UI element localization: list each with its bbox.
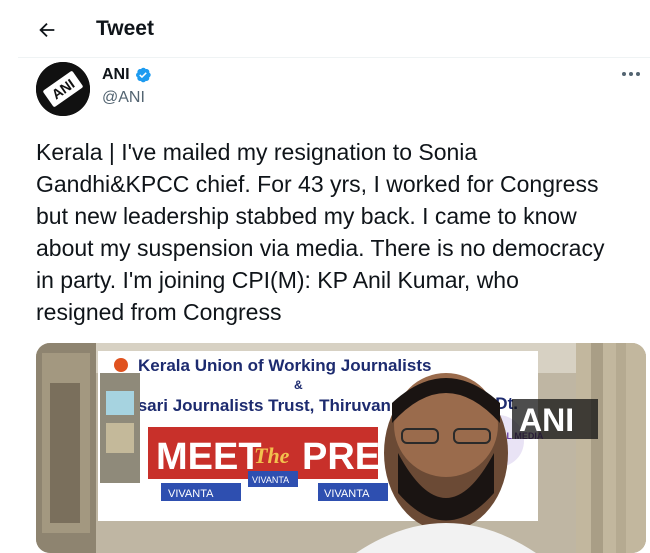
author-name-text: ANI (102, 66, 130, 83)
vivanta-logo-2: VIVANTA (252, 475, 289, 485)
banner-line1: Kerala Union of Working Journalists (138, 356, 431, 375)
tweet-media[interactable]: Kerala Union of Working Journalists & Ke… (36, 343, 646, 553)
page-title: Tweet (96, 17, 154, 40)
ani-watermark: ANI (519, 402, 574, 438)
vivanta-logo-1: VIVANTA (168, 488, 214, 500)
avatar[interactable]: ANI (36, 62, 90, 116)
header-divider (18, 57, 650, 58)
banner-line2: Kesari Journalists Trust, Thiruvan (116, 396, 391, 415)
banner-press: PRE (302, 436, 380, 478)
ani-logo-icon: ANI (36, 62, 90, 116)
back-button[interactable] (34, 17, 60, 43)
tweet-text: Kerala | I've mailed my resignation to S… (36, 139, 605, 325)
vivanta-logo-3: VIVANTA (324, 488, 370, 500)
banner-meet: MEET (156, 436, 262, 478)
verified-badge-icon (135, 67, 151, 83)
author-handle: @ANI (102, 89, 145, 106)
banner-the: The (254, 443, 290, 468)
top-bar: Tweet (0, 0, 650, 58)
media-image: Kerala Union of Working Journalists & Ke… (36, 343, 646, 553)
back-arrow-icon (39, 22, 55, 38)
banner-amp: & (294, 378, 303, 392)
author-name[interactable]: ANI (102, 66, 152, 84)
more-dots-icon (622, 72, 640, 76)
more-options-button[interactable] (618, 64, 644, 84)
